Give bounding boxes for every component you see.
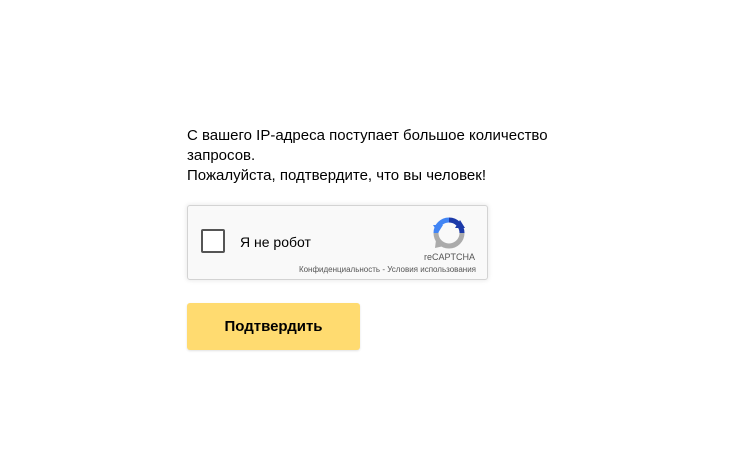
recaptcha-widget: Я не робот reCAPTCHA Конфиденциальность … bbox=[187, 205, 488, 280]
recaptcha-links: Конфиденциальность - Условия использован… bbox=[299, 265, 476, 274]
message-line-3: Пожалуйста, подтвердите, что вы человек! bbox=[187, 167, 486, 184]
recaptcha-logo-icon bbox=[433, 217, 465, 249]
not-robot-checkbox[interactable] bbox=[201, 229, 225, 253]
rate-limit-message: С вашего IP-адреса поступает большое кол… bbox=[187, 126, 567, 186]
privacy-link[interactable]: Конфиденциальность bbox=[299, 265, 380, 274]
message-line-2: запросов. bbox=[187, 147, 256, 164]
not-robot-label[interactable]: Я не робот bbox=[240, 234, 311, 250]
captcha-page: С вашего IP-адреса поступает большое кол… bbox=[0, 0, 746, 476]
terms-link[interactable]: Условия использования bbox=[387, 265, 476, 274]
recaptcha-brand: reCAPTCHA bbox=[423, 252, 475, 262]
confirm-button[interactable]: Подтвердить bbox=[187, 303, 360, 350]
message-line-1: С вашего IP-адреса поступает большое кол… bbox=[187, 127, 548, 144]
